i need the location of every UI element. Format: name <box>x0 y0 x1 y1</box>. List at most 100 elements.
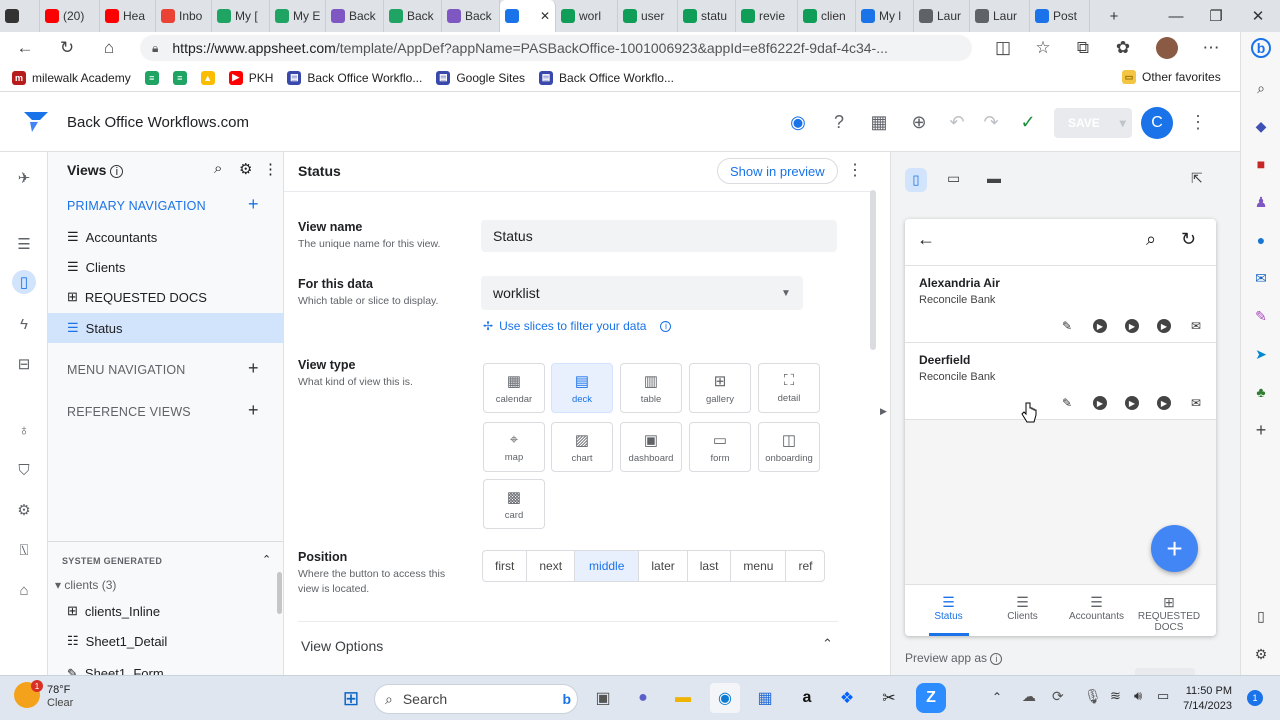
system-item-sheet1-detail[interactable]: ☷ Sheet1_Detail <box>48 626 283 656</box>
save-button[interactable]: SAVE ▾ <box>1054 108 1132 138</box>
view-type-map[interactable]: ⌖ map <box>483 422 545 472</box>
battery-icon[interactable]: ▭ <box>1157 688 1169 704</box>
deck-card[interactable]: Deerfield Reconcile Bank ✎ ▶ ▶ ▶ ✉ <box>905 343 1216 420</box>
bookmark-google-sites[interactable]: ▤ Google Sites <box>436 70 525 85</box>
view-type-deck[interactable]: ▤ deck <box>551 363 613 413</box>
show-in-preview-button[interactable]: Show in preview <box>717 158 838 184</box>
add-menu-view-icon[interactable]: + <box>248 358 259 379</box>
view-options-header[interactable]: View Options <box>301 638 383 654</box>
browser-tab[interactable]: user <box>618 0 678 32</box>
tools-icon[interactable]: ■ <box>1251 154 1271 174</box>
bulb-icon[interactable]: ♁ <box>12 418 36 442</box>
bookmark-pkh[interactable]: ▶ PKH <box>228 70 273 85</box>
close-tab-icon[interactable]: ✕ <box>540 9 550 23</box>
rocket-icon[interactable]: ✈ <box>12 166 36 190</box>
sync-icon[interactable]: ⟳ <box>1052 688 1064 705</box>
position-next[interactable]: next <box>527 551 576 581</box>
browser-tab[interactable]: My l <box>856 0 914 32</box>
gear-icon[interactable]: ⚙ <box>239 160 252 178</box>
preview-eye-icon[interactable]: ◉ <box>786 110 810 134</box>
store-icon[interactable]: ▦ <box>750 683 780 713</box>
position-middle[interactable]: middle <box>575 551 640 581</box>
position-menu[interactable]: menu <box>731 551 787 581</box>
docs-icon[interactable]: ▦ <box>867 110 891 134</box>
for-this-data-select[interactable]: worklist ▼ <box>481 276 803 310</box>
undo-icon[interactable]: ↶ <box>945 110 969 134</box>
view-name-input[interactable]: Status <box>481 220 837 252</box>
teams-icon[interactable]: ● <box>628 683 658 713</box>
split-screen-icon[interactable]: ◫ <box>988 33 1018 63</box>
settings-gear-icon[interactable]: ⚙ <box>12 498 36 522</box>
email-icon[interactable]: ✉ <box>1187 394 1205 412</box>
sidebar-toggle-icon[interactable]: ▯ <box>1251 606 1271 626</box>
view-type-onboarding[interactable]: ◫ onboarding <box>758 422 820 472</box>
browser-tab[interactable]: Hea <box>100 0 156 32</box>
view-type-card[interactable]: ▩ card <box>483 479 545 529</box>
minimize-button[interactable]: — <box>1156 0 1196 32</box>
position-ref[interactable]: ref <box>786 551 824 581</box>
profile-avatar[interactable] <box>1156 37 1178 59</box>
browser-tab[interactable]: (20) <box>40 0 100 32</box>
view-item-requested-docs[interactable]: ⊞ REQUESTED DOCS <box>48 282 283 312</box>
monitor-icon[interactable]: ⍂ <box>12 538 36 562</box>
action-arrow-icon[interactable]: ▶ <box>1091 394 1109 412</box>
system-item-sheet1-form[interactable]: ✎ Sheet1_Form <box>48 656 283 675</box>
back-arrow-icon[interactable]: ← <box>917 229 935 250</box>
games-icon[interactable]: ♟ <box>1251 192 1271 212</box>
position-last[interactable]: last <box>688 551 732 581</box>
home-icon[interactable]: ⌂ <box>94 33 124 63</box>
new-tab-button[interactable]: + <box>1094 0 1134 32</box>
data-icon[interactable]: ☰ <box>12 232 36 256</box>
dropbox-icon[interactable]: ❖ <box>832 683 862 713</box>
shopping-icon[interactable]: ◆ <box>1251 116 1271 136</box>
browser-tab[interactable]: Back <box>442 0 500 32</box>
account-avatar[interactable]: C <box>1141 107 1173 139</box>
collapse-arrow-icon[interactable]: ▶ <box>880 406 887 417</box>
tablet-preview-icon[interactable]: ▭ <box>947 170 960 187</box>
browser-tab[interactable]: ✕ <box>500 0 556 32</box>
mic-icon[interactable]: 🎙︎ <box>1084 688 1102 705</box>
browser-tab[interactable]: Back <box>326 0 384 32</box>
view-item-clients[interactable]: ☰ Clients <box>48 252 283 282</box>
add-primary-view-icon[interactable]: + <box>248 194 259 215</box>
edge-icon[interactable]: ◉ <box>710 683 740 713</box>
action-arrow-icon[interactable]: ▶ <box>1091 317 1109 335</box>
search-icon[interactable]: ⌕ <box>1251 78 1271 98</box>
bookmark-back-office-2[interactable]: ▤ Back Office Workflo... <box>539 70 674 85</box>
learn-icon[interactable]: ⌂ <box>12 578 36 602</box>
bookmark-3[interactable]: ≡ <box>172 70 187 85</box>
weather-widget[interactable]: 78°F Clear <box>47 684 73 710</box>
redo-icon[interactable]: ↷ <box>979 110 1003 134</box>
automation-icon[interactable]: ϟ <box>12 312 36 336</box>
settings-icon[interactable]: ⚙ <box>1251 644 1271 664</box>
browser-tab[interactable]: Laur <box>914 0 970 32</box>
office-icon[interactable]: ● <box>1251 230 1271 250</box>
outlook-icon[interactable]: ✉ <box>1251 268 1271 288</box>
amazon-icon[interactable]: a <box>792 683 822 713</box>
browser-tab[interactable]: statu <box>678 0 736 32</box>
onedrive-icon[interactable]: ☁ <box>1022 688 1036 705</box>
browser-tab[interactable]: Laur <box>970 0 1030 32</box>
add-fab-button[interactable]: + <box>1151 525 1198 572</box>
view-type-table[interactable]: ▥ table <box>620 363 682 413</box>
add-reference-view-icon[interactable]: + <box>248 400 259 421</box>
task-view-icon[interactable]: ▣ <box>588 683 618 713</box>
bing-icon[interactable]: b <box>1251 38 1271 58</box>
browser-tab[interactable]: Back <box>384 0 442 32</box>
email-icon[interactable]: ✉ <box>1187 317 1205 335</box>
wifi-icon[interactable]: ≋ <box>1110 688 1121 704</box>
preview-as-input[interactable] <box>1135 668 1195 675</box>
system-item-clients-inline[interactable]: ⊞ clients_Inline <box>48 596 283 626</box>
scrollbar[interactable] <box>870 190 876 350</box>
view-type-chart[interactable]: ▨ chart <box>551 422 613 472</box>
tree-icon[interactable]: ♣ <box>1251 382 1271 402</box>
action-arrow-icon[interactable]: ▶ <box>1123 317 1141 335</box>
collections-icon[interactable]: ⧉ <box>1068 33 1098 63</box>
info-icon[interactable]: i <box>990 653 1003 665</box>
clients-group[interactable]: ▾ clients (3) <box>55 578 116 592</box>
browser-tab[interactable]: revie <box>736 0 798 32</box>
more-vert-icon[interactable]: ⋮ <box>847 160 863 180</box>
bookmark-milewalk[interactable]: m milewalk Academy <box>12 70 131 85</box>
action-arrow-icon[interactable]: ▶ <box>1155 317 1173 335</box>
info-icon[interactable]: i <box>110 165 124 178</box>
